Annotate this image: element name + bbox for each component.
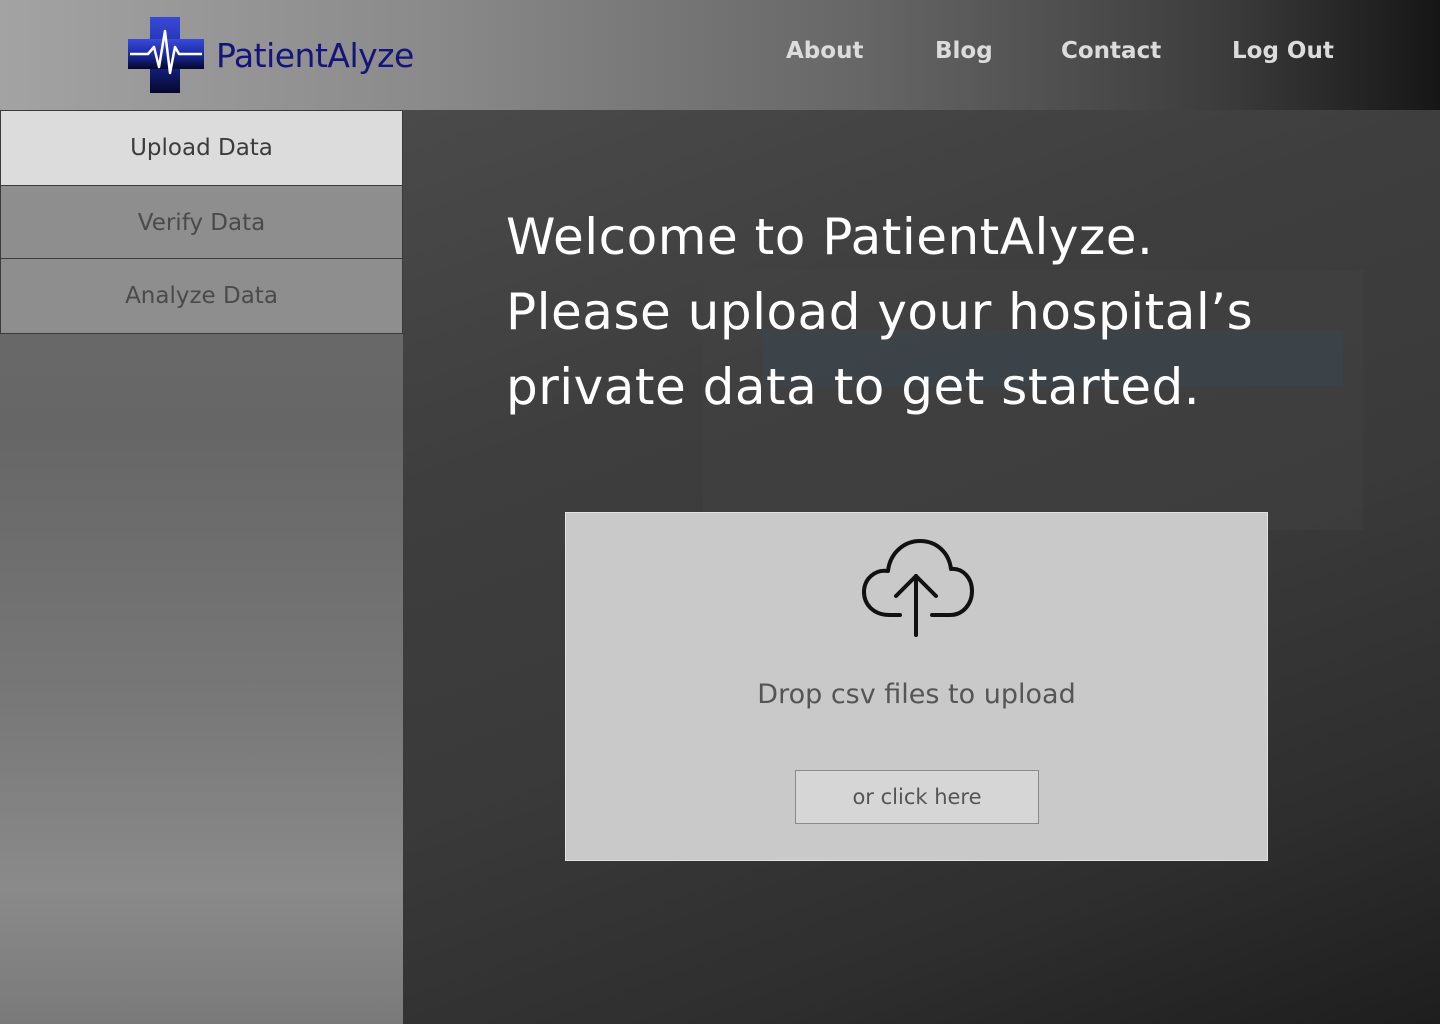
file-drop-zone[interactable]: Drop csv files to upload or click here [565,512,1268,861]
cloud-upload-icon [862,539,974,637]
sidebar: Upload Data Verify Data Analyze Data [0,110,403,1024]
nav-blog-link[interactable]: Blog [935,38,993,64]
sidebar-item-label: Analyze Data [125,283,278,309]
nav-about-link[interactable]: About [786,38,863,64]
sidebar-item-label: Verify Data [137,209,266,236]
brand-logo[interactable]: PatientAlyze [128,16,414,94]
welcome-line: private data to get started. [506,358,1201,416]
sidebar-item-upload-data[interactable]: Upload Data [0,110,403,186]
top-header: PatientAlyze About Blog Contact Log Out [0,0,1440,110]
welcome-line: Welcome to PatientAlyze. [506,208,1154,266]
welcome-message: Welcome to PatientAlyze. Please upload y… [506,200,1406,425]
sidebar-item-label: Upload Data [130,135,273,161]
medical-cross-logo-icon [128,17,204,93]
drop-instruction: Drop csv files to upload [757,679,1076,710]
sidebar-item-verify-data[interactable]: Verify Data [0,185,403,260]
nav-logout-link[interactable]: Log Out [1232,38,1334,64]
sidebar-item-analyze-data[interactable]: Analyze Data [0,258,403,334]
browse-files-button[interactable]: or click here [795,770,1039,824]
welcome-line: Please upload your hospital’s [506,283,1254,341]
nav-contact-link[interactable]: Contact [1061,38,1161,64]
brand-name: PatientAlyze [216,35,414,75]
